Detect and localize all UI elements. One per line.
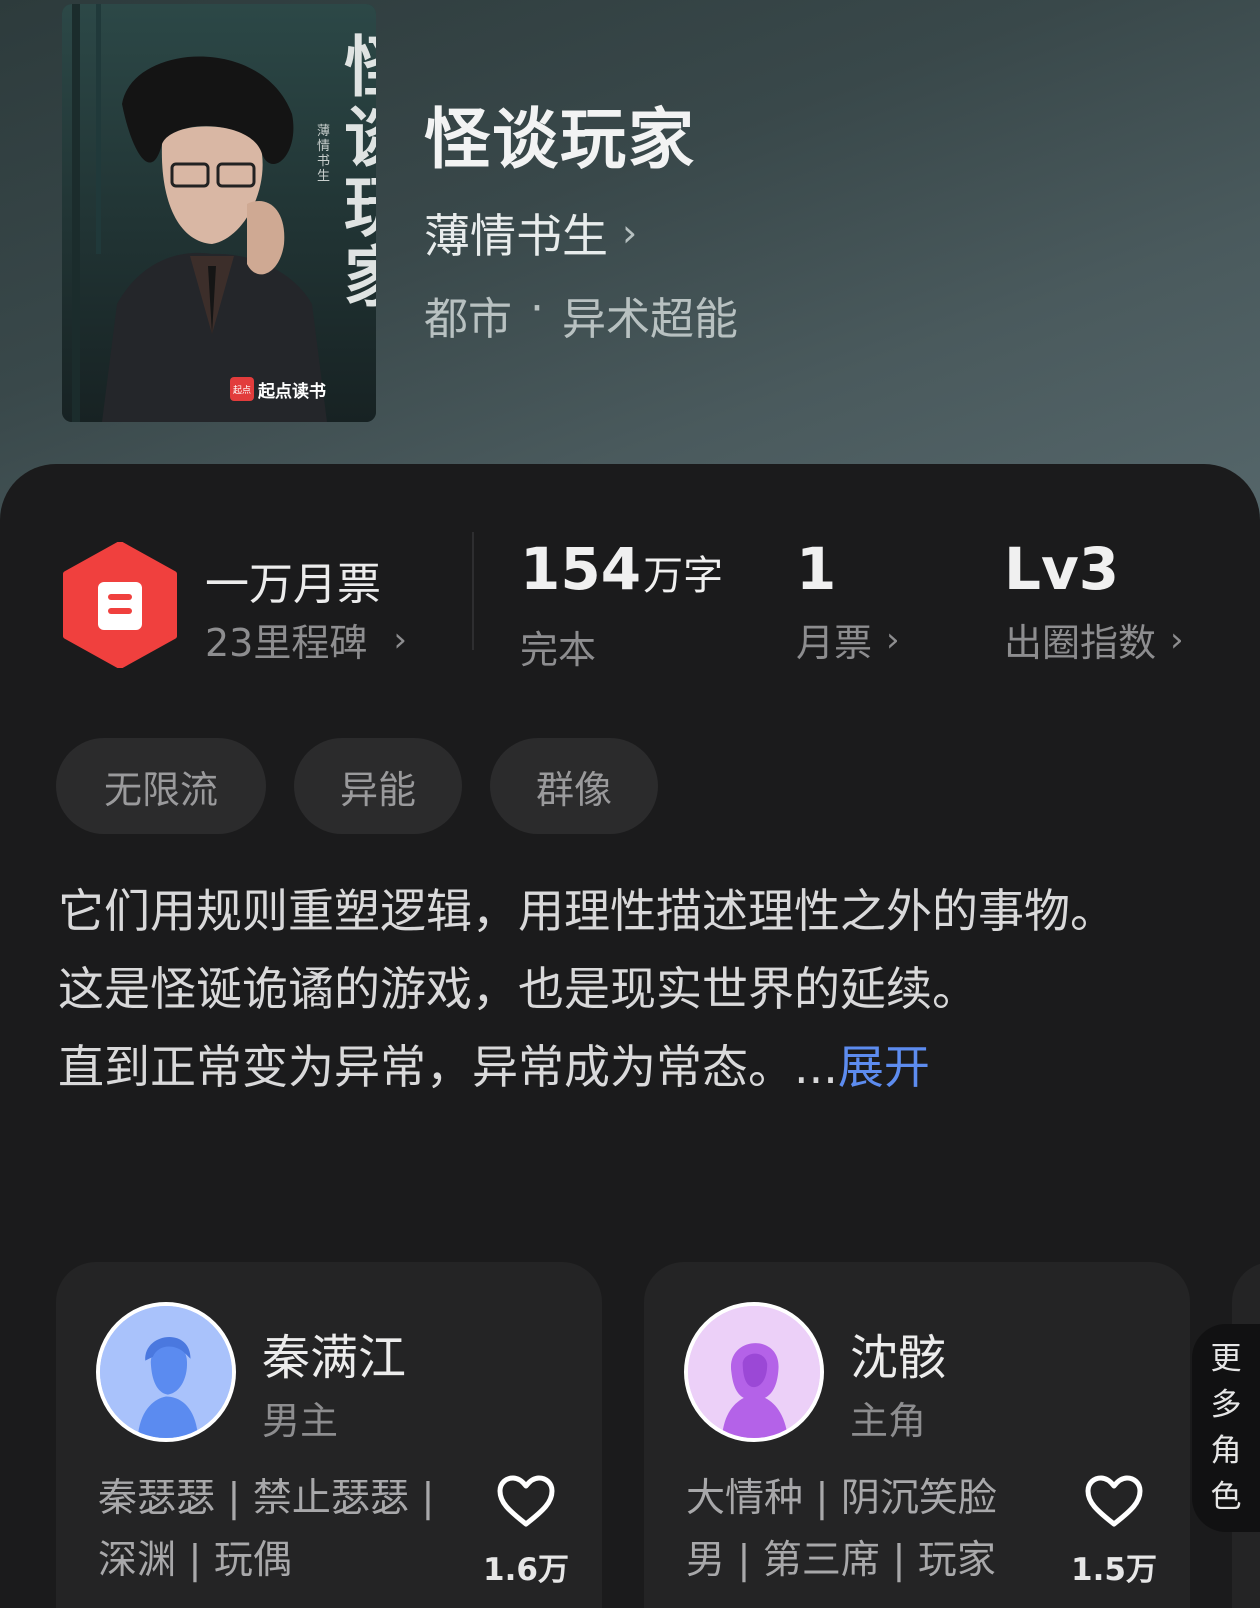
character-tags: 秦瑟瑟 | 禁止瑟瑟 | 深渊 | 玩偶: [98, 1468, 468, 1592]
genre-row: 都市 · 异术超能: [424, 283, 738, 347]
author-name: 薄情书生: [424, 209, 608, 263]
popularity-index-value: Lv3: [1004, 535, 1120, 603]
book-title: 怪谈玩家: [424, 100, 696, 178]
character-tags: 大情种 | 阴沉笑脸 男 | 第三席 | 玩家: [686, 1468, 1056, 1592]
popularity-index-stat[interactable]: Lv3 出圈指数 ›: [1004, 536, 1184, 667]
character-tags-line: 大情种 | 阴沉笑脸: [686, 1476, 997, 1521]
completion-status: 完本: [520, 628, 597, 672]
cover-title: 怪谈玩家: [344, 32, 376, 312]
character-role: 男主: [262, 1399, 339, 1443]
word-count-stat: 154万字 完本: [520, 536, 723, 674]
genre-main: 都市: [424, 294, 512, 345]
expand-link[interactable]: 展开: [838, 1040, 930, 1094]
character-tags-line: 男 | 第三席 | 玩家: [686, 1538, 996, 1583]
character-card[interactable]: 秦满江 男主 秦瑟瑟 | 禁止瑟瑟 | 深渊 | 玩偶 1.6万: [56, 1262, 602, 1608]
milestone-title: 一万月票: [205, 559, 381, 610]
popularity-index-label: 出圈指数: [1004, 621, 1157, 665]
monthly-ticket-stat[interactable]: 1 月票 ›: [796, 536, 900, 667]
tag-chip[interactable]: 群像: [490, 738, 658, 834]
like-count: 1.5万: [1071, 1552, 1157, 1588]
book-detail-page: 怪谈玩家 薄情书生 起点 起点读书 怪谈玩家 薄情书生 › 都市 · 异术超能 …: [0, 0, 1260, 1608]
genre-separator: ·: [530, 283, 544, 334]
book-cover[interactable]: 怪谈玩家 薄情书生 起点 起点读书: [62, 4, 376, 422]
milestone-count: 23里程碑: [205, 621, 368, 665]
word-count-unit: 万字: [643, 553, 724, 599]
character-tags-line: 深渊 | 玩偶: [98, 1538, 292, 1583]
milestone-link[interactable]: 23里程碑 ›: [205, 612, 407, 667]
character-name: 秦满江: [262, 1330, 407, 1386]
word-count-value: 154: [520, 535, 642, 603]
character-avatar: [684, 1302, 824, 1442]
cover-publisher-logo: 起点 起点读书: [230, 376, 326, 402]
heart-outline-icon[interactable]: [1084, 1474, 1144, 1530]
character-tags-line: 秦瑟瑟 | 禁止瑟瑟 |: [98, 1476, 435, 1521]
monthly-ticket-badge-icon[interactable]: [62, 542, 178, 668]
chevron-right-icon: ›: [393, 619, 407, 660]
tag-chip[interactable]: 无限流: [56, 738, 266, 834]
character-name: 沈骸: [850, 1330, 947, 1386]
character-card[interactable]: 沈骸 主角 大情种 | 阴沉笑脸 男 | 第三席 | 玩家 1.5万: [644, 1262, 1190, 1608]
character-avatar: [96, 1302, 236, 1442]
tag-chip[interactable]: 异能: [294, 738, 462, 834]
chevron-right-icon: ›: [886, 619, 900, 660]
cover-illustration: [62, 4, 376, 422]
description-line: 它们用规则重塑逻辑，用理性描述理性之外的事物。: [58, 884, 1116, 938]
heart-outline-icon[interactable]: [496, 1474, 556, 1530]
publisher-logo-icon: 起点: [230, 377, 254, 401]
cover-publisher-name: 起点读书: [258, 381, 326, 402]
female-silhouette-icon: [688, 1306, 820, 1438]
stats-divider: [472, 532, 474, 650]
stats-row: 一万月票 23里程碑 › 154万字 完本 1 月票 › Lv3 出圈指数 ›: [0, 464, 1260, 704]
monthly-ticket-value: 1: [796, 535, 837, 603]
description-line: 这是怪诞诡谲的游戏，也是现实世界的延续。: [58, 962, 978, 1016]
cover-author: 薄情书生: [317, 124, 331, 184]
book-info-card: 一万月票 23里程碑 › 154万字 完本 1 月票 › Lv3 出圈指数 › …: [0, 464, 1260, 1608]
description-line: 直到正常变为异常，异常成为常态。...: [58, 1040, 838, 1094]
author-link[interactable]: 薄情书生 ›: [424, 200, 637, 266]
chevron-right-icon: ›: [622, 211, 638, 255]
description-line-last: 直到正常变为异常，异常成为常态。...展开: [58, 1028, 1208, 1106]
chevron-right-icon: ›: [1170, 619, 1184, 660]
tag-list: 无限流 异能 群像: [56, 738, 658, 834]
monthly-ticket-label: 月票: [796, 621, 873, 665]
character-role: 主角: [850, 1399, 927, 1443]
book-description[interactable]: 它们用规则重塑逻辑，用理性描述理性之外的事物。 这是怪诞诡谲的游戏，也是现实世界…: [58, 872, 1208, 1106]
male-silhouette-icon: [100, 1306, 232, 1438]
genre-sub: 异术超能: [562, 294, 738, 345]
like-count: 1.6万: [483, 1552, 569, 1588]
more-roles-button[interactable]: 更多角色: [1192, 1324, 1260, 1532]
more-roles-label: 更多角色: [1210, 1341, 1242, 1515]
